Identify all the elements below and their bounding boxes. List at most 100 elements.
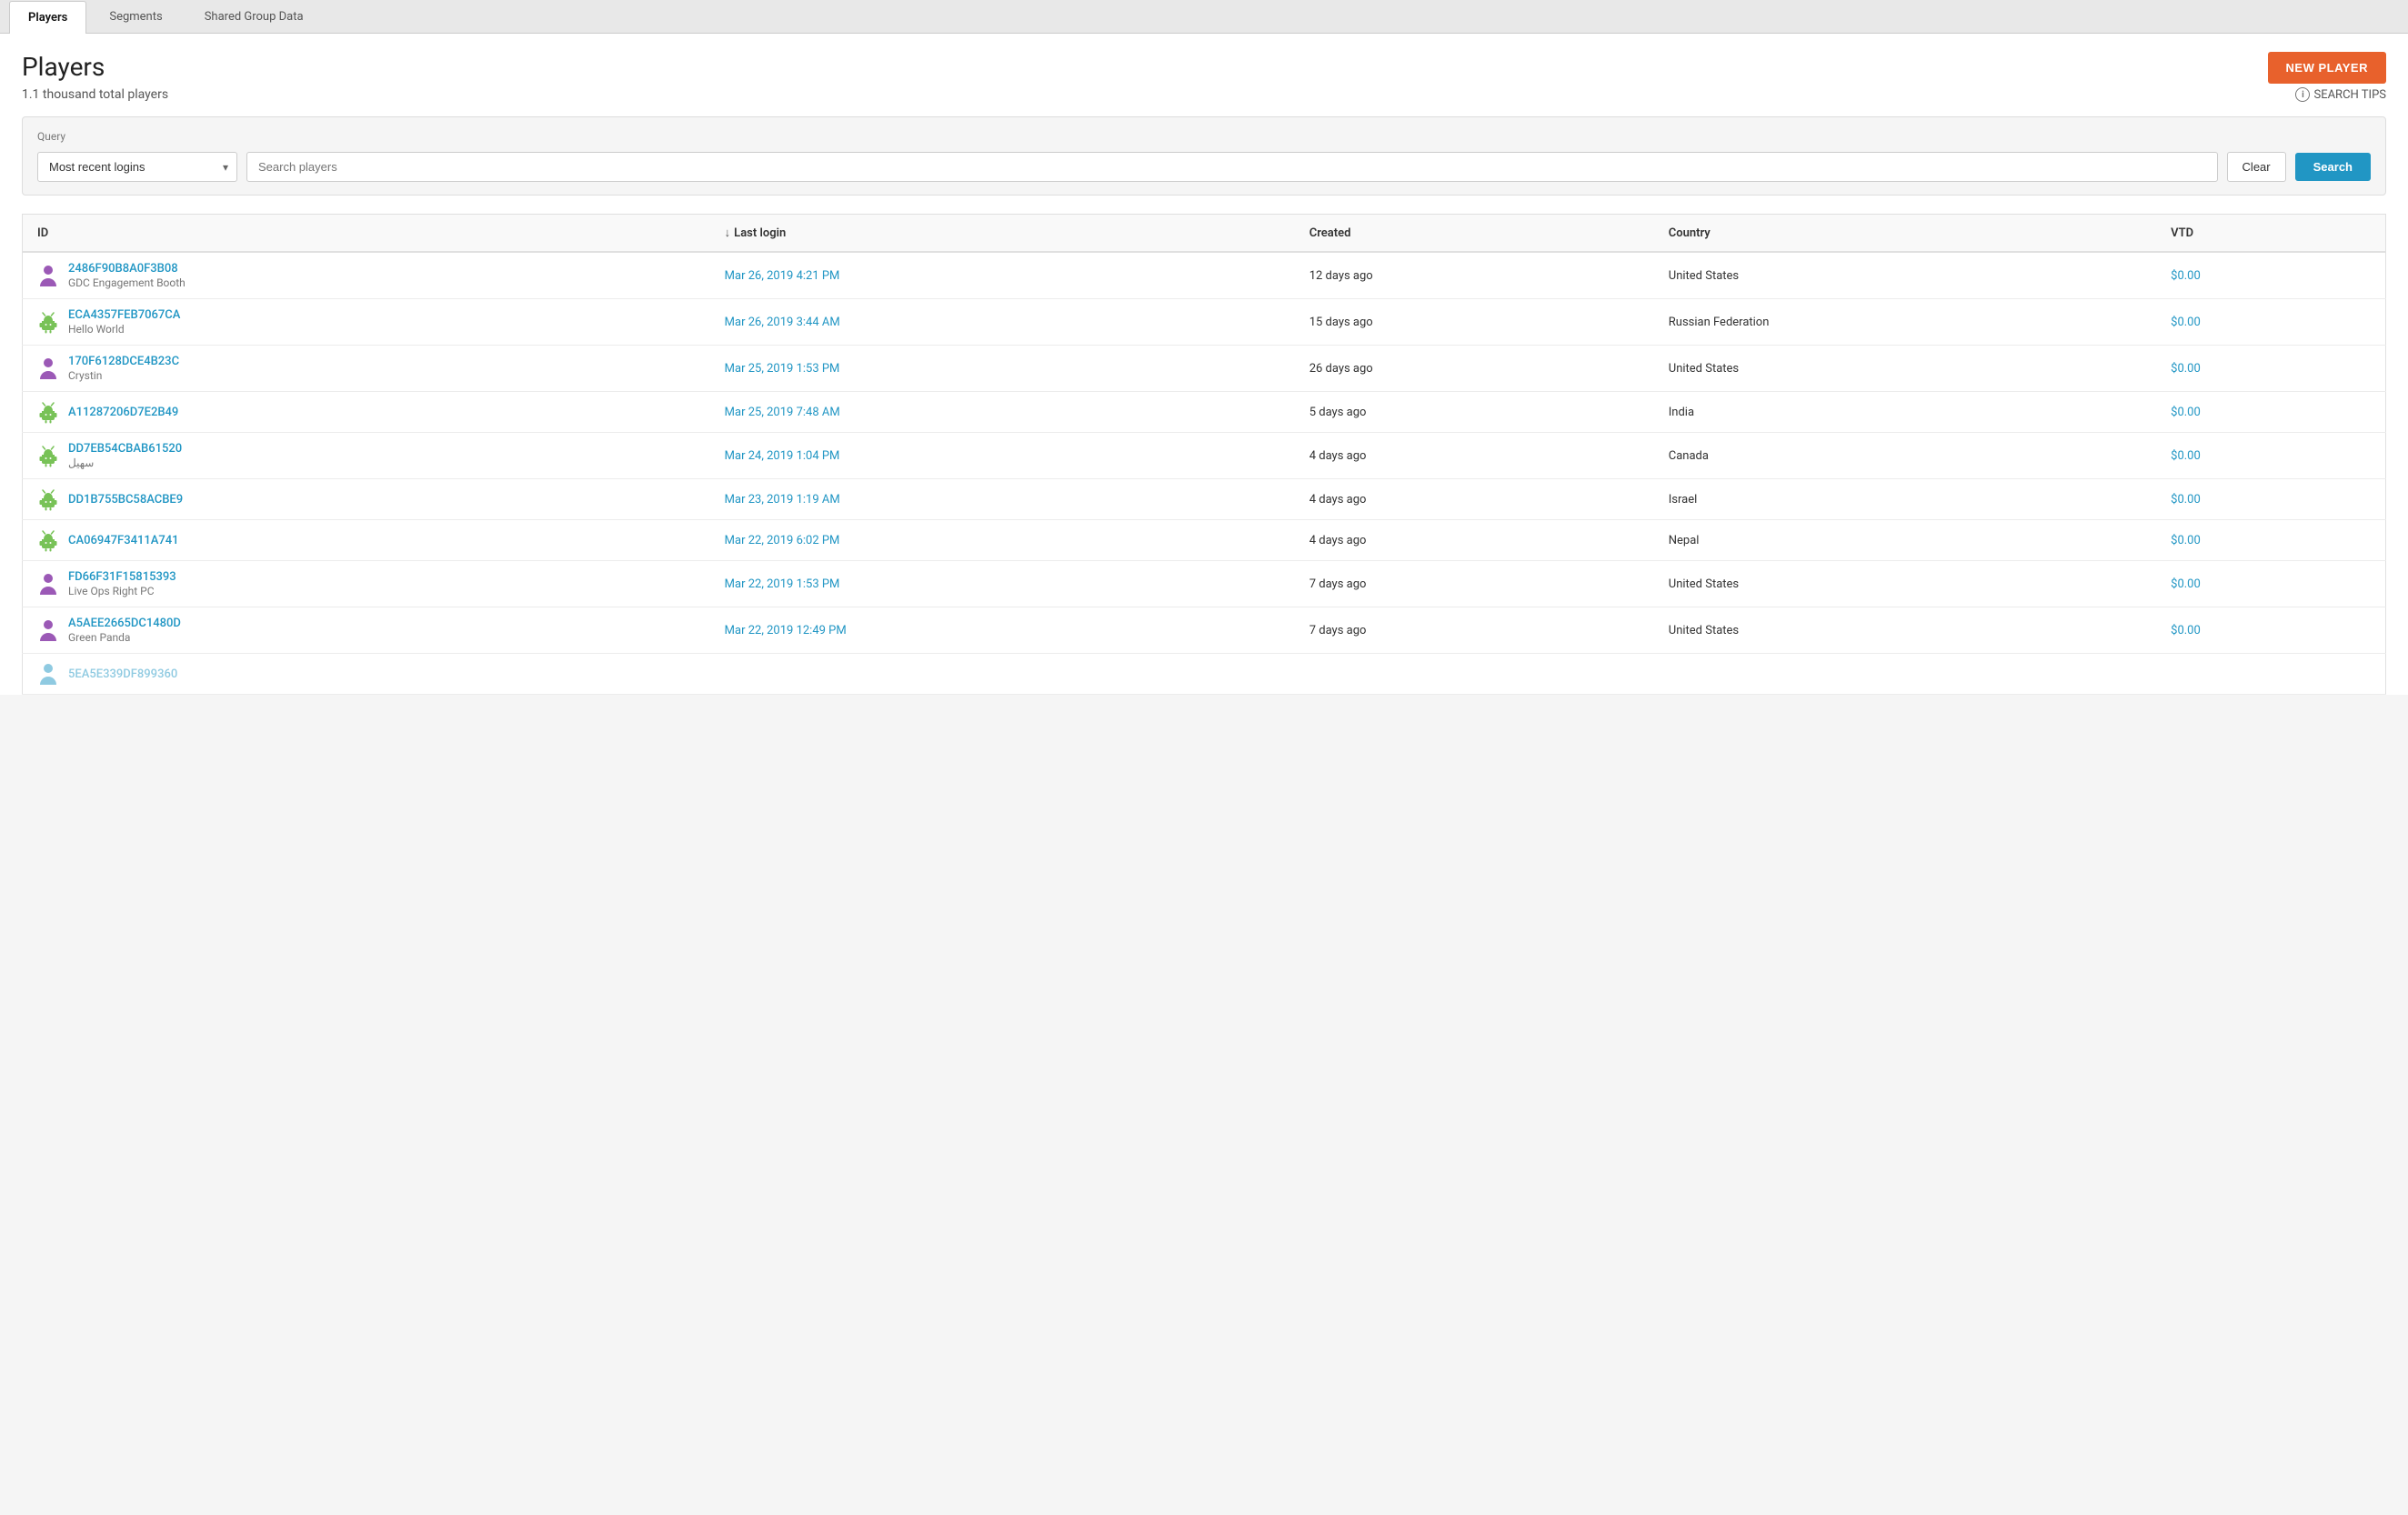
col-header-created: Created [1295,215,1654,253]
table-row: 5EA5E339DF899360 [23,654,2386,695]
created-cell: 5 days ago [1295,392,1654,433]
vtd-cell: $0.00 [2156,520,2385,561]
last-login-link[interactable]: Mar 22, 2019 1:53 PM [725,577,840,591]
player-id-cell: CA06947F3411A741 [23,520,710,561]
player-id-info: DD1B755BC58ACBE9 [68,493,183,507]
table-row: CA06947F3411A741 Mar 22, 2019 6:02 PM4 d… [23,520,2386,561]
query-label: Query [37,130,2371,143]
last-login-cell: Mar 25, 2019 1:53 PM [710,346,1295,392]
table-row: 170F6128DCE4B23C Crystin Mar 25, 2019 1:… [23,346,2386,392]
last-login-link[interactable]: Mar 26, 2019 4:21 PM [725,269,840,283]
player-id-link[interactable]: CA06947F3411A741 [68,534,179,547]
player-id-info: CA06947F3411A741 [68,534,179,547]
player-id-cell: FD66F31F15815393 Live Ops Right PC [23,561,710,607]
player-id-cell: A11287206D7E2B49 [23,392,710,433]
player-id-cell: DD1B755BC58ACBE9 [23,479,710,520]
player-id-info: A5AEE2665DC1480D Green Panda [68,617,181,644]
player-id-link[interactable]: 170F6128DCE4B23C [68,355,179,368]
vtd-cell: $0.00 [2156,299,2385,346]
last-login-cell: Mar 26, 2019 3:44 AM [710,299,1295,346]
vtd-cell: $0.00 [2156,561,2385,607]
player-id-info: FD66F31F15815393 Live Ops Right PC [68,570,176,597]
country-cell: United States [1654,607,2156,654]
last-login-cell: Mar 22, 2019 6:02 PM [710,520,1295,561]
person-icon [37,619,59,641]
vtd-link[interactable]: $0.00 [2171,493,2201,507]
page-header: Players NEW PLAYER [22,52,2386,84]
created-cell: 26 days ago [1295,346,1654,392]
player-name: Green Panda [68,631,181,644]
last-login-link[interactable]: Mar 22, 2019 6:02 PM [725,534,840,547]
last-login-link[interactable]: Mar 22, 2019 12:49 PM [725,624,847,637]
sort-select-wrapper: Most recent loginsCreation datePlayer ID… [37,152,237,182]
last-login-link[interactable]: Mar 25, 2019 7:48 AM [725,406,840,419]
player-name: Hello World [68,323,180,336]
subtitle-row: 1.1 thousand total players i SEARCH TIPS [22,87,2386,102]
player-id-link[interactable]: FD66F31F15815393 [68,570,176,584]
col-header-id: ID [23,215,710,253]
player-id-link[interactable]: 5EA5E339DF899360 [68,667,177,681]
player-id-link[interactable]: A11287206D7E2B49 [68,406,178,419]
country-cell: Israel [1654,479,2156,520]
player-id-link[interactable]: A5AEE2665DC1480D [68,617,181,630]
table-body: 2486F90B8A0F3B08 GDC Engagement Booth Ma… [23,252,2386,695]
person-icon [37,663,59,685]
player-name: GDC Engagement Booth [68,276,186,289]
vtd-link[interactable]: $0.00 [2171,624,2201,637]
vtd-link[interactable]: $0.00 [2171,577,2201,591]
created-cell: 15 days ago [1295,299,1654,346]
country-cell: Canada [1654,433,2156,479]
player-id-cell: ECA4357FEB7067CA Hello World [23,299,710,346]
vtd-link[interactable]: $0.00 [2171,269,2201,283]
clear-button[interactable]: Clear [2227,152,2286,182]
col-header-last_login[interactable]: ↓Last login [710,215,1295,253]
player-id-link[interactable]: 2486F90B8A0F3B08 [68,262,186,276]
player-id-link[interactable]: ECA4357FEB7067CA [68,308,180,322]
vtd-link[interactable]: $0.00 [2171,362,2201,376]
vtd-cell: $0.00 [2156,479,2385,520]
player-id-cell: 2486F90B8A0F3B08 GDC Engagement Booth [23,252,710,299]
sort-select[interactable]: Most recent loginsCreation datePlayer ID [37,152,237,182]
last-login-cell: Mar 25, 2019 7:48 AM [710,392,1295,433]
last-login-cell: Mar 23, 2019 1:19 AM [710,479,1295,520]
table-row: A11287206D7E2B49 Mar 25, 2019 7:48 AM 5 d… [23,392,2386,433]
player-id-cell: DD7EB54CBAB61520 سهيل [23,433,710,479]
player-id-cell: 5EA5E339DF899360 [23,654,710,695]
player-id-link[interactable]: DD7EB54CBAB61520 [68,442,182,456]
vtd-link[interactable]: $0.00 [2171,406,2201,419]
last-login-cell: Mar 22, 2019 1:53 PM [710,561,1295,607]
last-login-cell: Mar 26, 2019 4:21 PM [710,252,1295,299]
new-player-button[interactable]: NEW PLAYER [2268,52,2386,84]
created-cell: 7 days ago [1295,607,1654,654]
tab-players[interactable]: Players [9,1,86,34]
last-login-link[interactable]: Mar 24, 2019 1:04 PM [725,449,840,463]
search-input[interactable] [246,152,2218,182]
vtd-link[interactable]: $0.00 [2171,449,2201,463]
player-id-info: DD7EB54CBAB61520 سهيل [68,442,182,469]
search-tips-link[interactable]: i SEARCH TIPS [2295,87,2386,102]
players-table: ID↓Last loginCreatedCountryVTD 2486F90B8… [22,214,2386,695]
person-icon [37,573,59,595]
vtd-link[interactable]: $0.00 [2171,534,2201,547]
player-name: سهيل [68,457,182,469]
tab-shared-group-data[interactable]: Shared Group Data [186,0,323,33]
android-icon [37,488,59,510]
query-box: Query Most recent loginsCreation datePla… [22,116,2386,196]
search-button[interactable]: Search [2295,153,2371,181]
player-id-info: ECA4357FEB7067CA Hello World [68,308,180,336]
vtd-cell: $0.00 [2156,252,2385,299]
table-row: A5AEE2665DC1480D Green Panda Mar 22, 201… [23,607,2386,654]
tab-segments[interactable]: Segments [90,0,181,33]
android-icon [37,529,59,551]
created-cell: 7 days ago [1295,561,1654,607]
player-id-link[interactable]: DD1B755BC58ACBE9 [68,493,183,507]
person-icon [37,357,59,379]
last-login-link[interactable]: Mar 25, 2019 1:53 PM [725,362,840,376]
last-login-link[interactable]: Mar 26, 2019 3:44 AM [725,316,840,329]
table-row: DD7EB54CBAB61520 سهيل Mar 24, 2019 1:04 … [23,433,2386,479]
last-login-link[interactable]: Mar 23, 2019 1:19 AM [725,493,840,507]
country-cell: Russian Federation [1654,299,2156,346]
vtd-link[interactable]: $0.00 [2171,316,2201,329]
android-icon [37,311,59,333]
player-id-cell: A5AEE2665DC1480D Green Panda [23,607,710,654]
